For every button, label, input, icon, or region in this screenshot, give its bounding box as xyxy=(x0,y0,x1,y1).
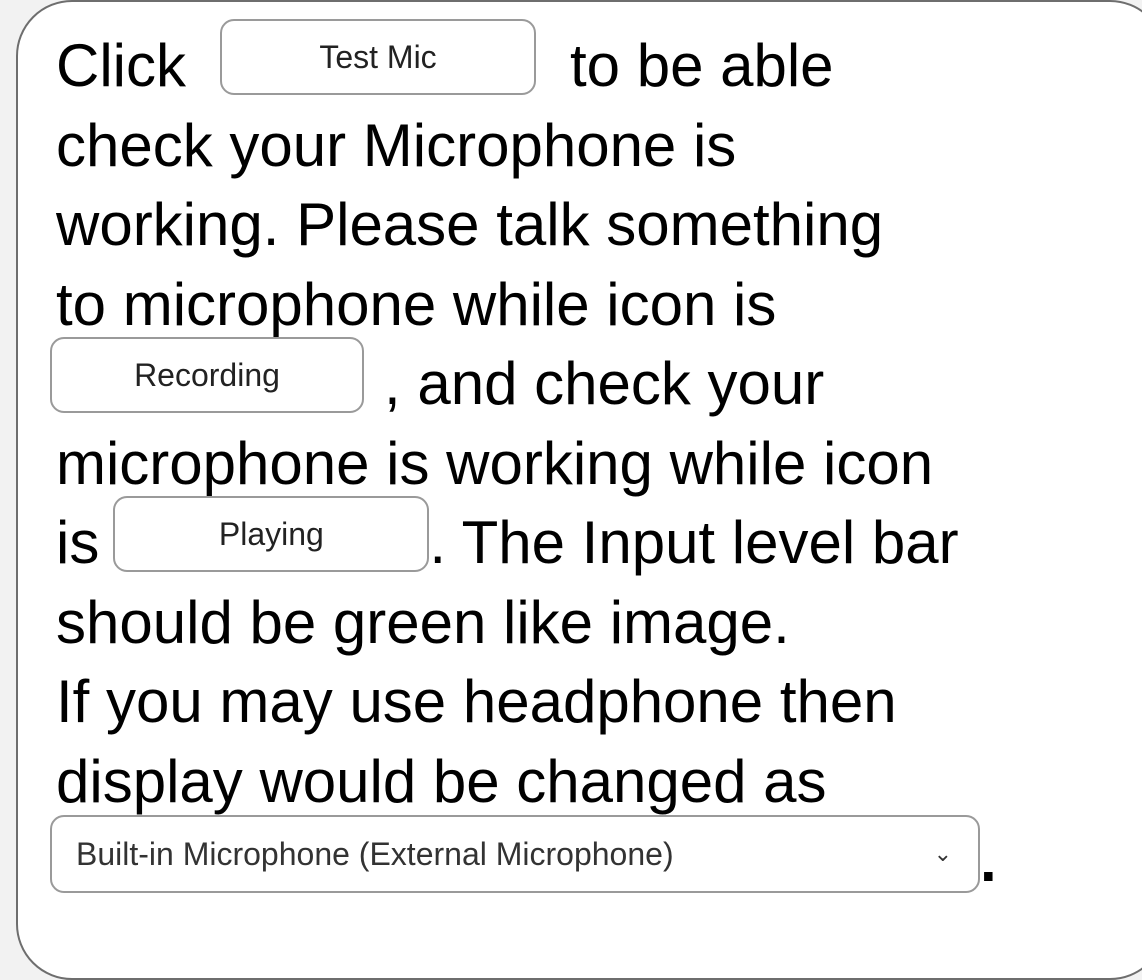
line-11: Built-in Microphone (External Microphone… xyxy=(50,815,1126,901)
instruction-text: Click Test Mic to be able check your Micro… xyxy=(50,19,1126,901)
microphone-select[interactable]: Built-in Microphone (External Microphone… xyxy=(50,815,980,893)
line-9: If you may use headphone then xyxy=(56,668,897,735)
microphone-select-value: Built-in Microphone (External Microphone… xyxy=(76,836,674,872)
line-8: should be green like image. xyxy=(56,588,790,656)
line-6: microphone is working while icon xyxy=(56,429,934,497)
recording-button[interactable]: Recording xyxy=(50,337,364,413)
line-1: Click Test Mic to be able xyxy=(56,19,1126,106)
text-click: Click xyxy=(56,32,186,99)
playing-button[interactable]: Playing xyxy=(113,496,430,572)
text-and-check: , and check your xyxy=(384,350,825,417)
text-input-level: . The Input level bar xyxy=(429,509,959,576)
line-2: check your Microphone is xyxy=(56,111,737,179)
line-3: working. Please talk something xyxy=(56,191,884,258)
line-7: is Playing. The Input level bar xyxy=(56,496,1126,583)
text-to-be-able: to be able xyxy=(570,32,834,99)
line-10: display would be changed as xyxy=(56,747,827,815)
text-period: . xyxy=(980,827,997,894)
test-mic-button[interactable]: Test Mic xyxy=(220,19,536,95)
text-is: is xyxy=(56,509,100,576)
chevron-down-icon: ⌄ xyxy=(933,841,952,866)
line-4: to microphone while icon is xyxy=(56,270,777,338)
line-5: Recording , and check your xyxy=(50,337,1126,424)
